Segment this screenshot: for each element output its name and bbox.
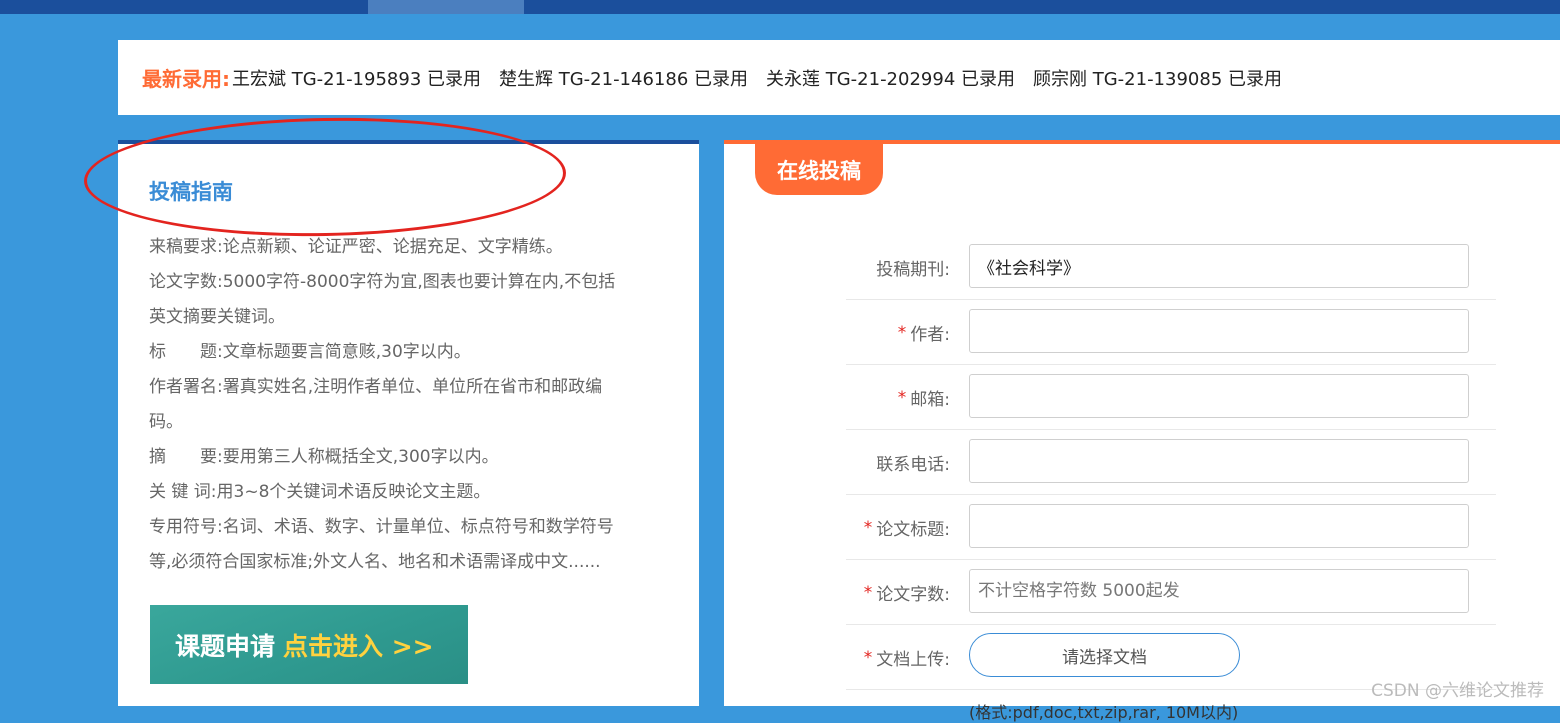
guide-line: 关 键 词:用3~8个关键词术语反映论文主题。 bbox=[149, 482, 491, 502]
submission-guide-panel: 投稿指南 来稿要求:论点新颖、论证严密、论据充足、文字精练。 论文字数:5000… bbox=[118, 140, 699, 706]
ticker-label: 最新录用: bbox=[142, 67, 230, 91]
upload-label: * 文档上传: bbox=[864, 625, 950, 690]
required-mark: * bbox=[897, 322, 907, 343]
word-count-field[interactable] bbox=[969, 569, 1469, 613]
guide-line: 标 题:文章标题要言简意赅,30字以内。 bbox=[149, 342, 471, 362]
paper-title-label: * 论文标题: bbox=[864, 495, 950, 560]
guide-title: 投稿指南 bbox=[149, 180, 233, 204]
required-mark: * bbox=[863, 647, 873, 668]
guide-line: 论文字数:5000字符-8000字符为宜,图表也要计算在内,不包括 bbox=[149, 272, 616, 292]
banner-cta-text: 点击进入 >> bbox=[283, 631, 434, 661]
word-count-label-text: 论文字数: bbox=[876, 585, 950, 605]
banner-main-text: 课题申请 bbox=[175, 631, 276, 661]
guide-line: 英文摘要关键词。 bbox=[149, 307, 285, 327]
author-field[interactable] bbox=[969, 309, 1469, 353]
email-field[interactable] bbox=[969, 374, 1469, 418]
guide-line: 专用符号:名词、术语、数字、计量单位、标点符号和数学符号 bbox=[149, 517, 614, 537]
ticker-item: 楚生辉 TG-21-146186 已录用 bbox=[499, 68, 748, 90]
form-row-word-count: * 论文字数: bbox=[846, 560, 1496, 625]
paper-title-label-text: 论文标题: bbox=[876, 520, 950, 540]
email-label: * 邮箱: bbox=[898, 365, 950, 430]
form-row-paper-title: * 论文标题: bbox=[846, 495, 1496, 560]
required-mark: * bbox=[897, 387, 907, 408]
guide-line: 摘 要:要用第三人称概括全文,300字以内。 bbox=[149, 447, 499, 467]
form-row-journal: 投稿期刊: bbox=[846, 235, 1496, 300]
guide-list: 来稿要求:论点新颖、论证严密、论据充足、文字精练。 论文字数:5000字符-80… bbox=[149, 230, 669, 580]
author-label: * 作者: bbox=[898, 300, 950, 365]
guide-line: 来稿要求:论点新颖、论证严密、论据充足、文字精练。 bbox=[149, 237, 563, 257]
required-mark: * bbox=[863, 582, 873, 603]
journal-label: 投稿期刊: bbox=[876, 235, 950, 300]
project-application-banner[interactable]: 课题申请 点击进入 >> bbox=[150, 605, 468, 684]
guide-line: 作者署名:署真实姓名,注明作者单位、单位所在省市和邮政编 bbox=[149, 377, 603, 397]
top-nav-active-tab[interactable] bbox=[368, 0, 524, 14]
upload-format-note: (格式:pdf,doc,txt,zip,rar, 10M以内) bbox=[969, 703, 1239, 722]
form-row-phone: 联系电话: bbox=[846, 430, 1496, 495]
phone-label: 联系电话: bbox=[876, 430, 950, 495]
csdn-watermark: CSDN @六维论文推荐 bbox=[1371, 681, 1544, 701]
ticker-item: 王宏斌 TG-21-195893 已录用 bbox=[232, 68, 481, 90]
submission-tab-title: 在线投稿 bbox=[755, 144, 883, 195]
word-count-label: * 论文字数: bbox=[864, 560, 950, 625]
guide-line: 等,必须符合国家标准;外文人名、地名和术语需译成中文...... bbox=[149, 552, 601, 572]
choose-document-button[interactable]: 请选择文档 bbox=[969, 633, 1240, 677]
phone-label-text: 联系电话: bbox=[876, 455, 950, 475]
latest-accepted-ticker: 最新录用: 王宏斌 TG-21-195893 已录用 楚生辉 TG-21-146… bbox=[118, 40, 1560, 115]
online-submission-panel: 在线投稿 投稿期刊: * 作者: * 邮箱: 联系电话: * 论文标题: bbox=[724, 140, 1560, 722]
paper-title-field[interactable] bbox=[969, 504, 1469, 548]
guide-line: 码。 bbox=[149, 412, 183, 432]
author-label-text: 作者: bbox=[910, 325, 950, 345]
journal-field[interactable] bbox=[969, 244, 1469, 288]
form-row-email: * 邮箱: bbox=[846, 365, 1496, 430]
ticker-item: 顾宗刚 TG-21-139085 已录用 bbox=[1033, 68, 1282, 90]
top-nav-bar bbox=[0, 0, 1560, 14]
required-mark: * bbox=[863, 517, 873, 538]
phone-field[interactable] bbox=[969, 439, 1469, 483]
journal-label-text: 投稿期刊: bbox=[876, 260, 950, 280]
ticker-item: 关永莲 TG-21-202994 已录用 bbox=[766, 68, 1015, 90]
form-row-author: * 作者: bbox=[846, 300, 1496, 365]
upload-label-text: 文档上传: bbox=[876, 650, 950, 670]
email-label-text: 邮箱: bbox=[910, 390, 950, 410]
